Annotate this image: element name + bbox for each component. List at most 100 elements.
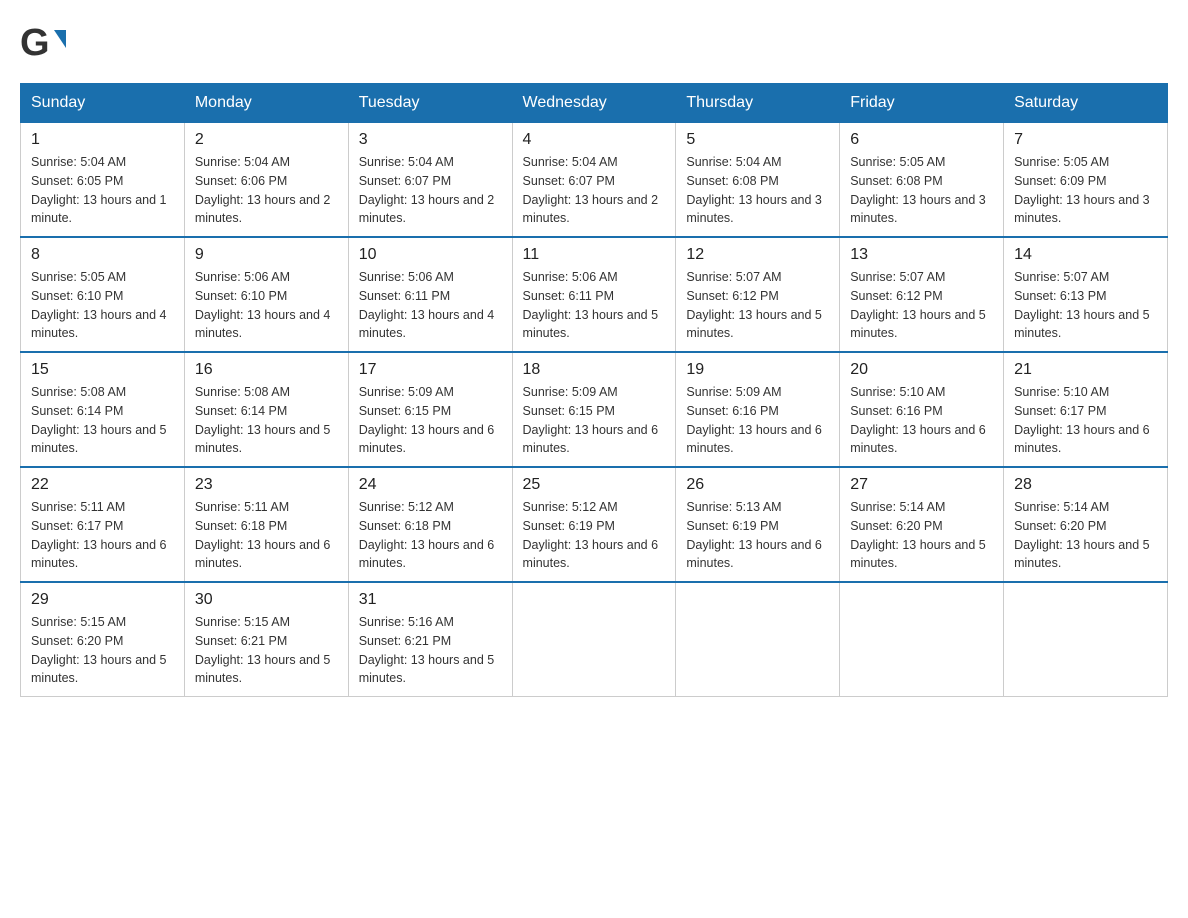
table-row xyxy=(840,582,1004,697)
table-row: 24 Sunrise: 5:12 AM Sunset: 6:18 PM Dayl… xyxy=(348,467,512,582)
col-wednesday: Wednesday xyxy=(512,84,676,123)
table-row: 29 Sunrise: 5:15 AM Sunset: 6:20 PM Dayl… xyxy=(21,582,185,697)
day-info: Sunrise: 5:04 AM Sunset: 6:07 PM Dayligh… xyxy=(359,153,502,228)
day-info: Sunrise: 5:12 AM Sunset: 6:19 PM Dayligh… xyxy=(523,498,666,573)
day-info: Sunrise: 5:15 AM Sunset: 6:21 PM Dayligh… xyxy=(195,613,338,688)
svg-text:G: G xyxy=(20,22,50,64)
day-number: 2 xyxy=(195,131,338,149)
col-sunday: Sunday xyxy=(21,84,185,123)
table-row xyxy=(1004,582,1168,697)
day-number: 3 xyxy=(359,131,502,149)
day-number: 12 xyxy=(686,246,829,264)
day-info: Sunrise: 5:07 AM Sunset: 6:13 PM Dayligh… xyxy=(1014,268,1157,343)
table-row: 17 Sunrise: 5:09 AM Sunset: 6:15 PM Dayl… xyxy=(348,352,512,467)
day-number: 18 xyxy=(523,361,666,379)
day-info: Sunrise: 5:06 AM Sunset: 6:10 PM Dayligh… xyxy=(195,268,338,343)
col-thursday: Thursday xyxy=(676,84,840,123)
table-row: 19 Sunrise: 5:09 AM Sunset: 6:16 PM Dayl… xyxy=(676,352,840,467)
table-row: 22 Sunrise: 5:11 AM Sunset: 6:17 PM Dayl… xyxy=(21,467,185,582)
day-number: 29 xyxy=(31,591,174,609)
table-row: 28 Sunrise: 5:14 AM Sunset: 6:20 PM Dayl… xyxy=(1004,467,1168,582)
day-number: 19 xyxy=(686,361,829,379)
day-number: 26 xyxy=(686,476,829,494)
day-number: 7 xyxy=(1014,131,1157,149)
table-row: 12 Sunrise: 5:07 AM Sunset: 6:12 PM Dayl… xyxy=(676,237,840,352)
day-number: 13 xyxy=(850,246,993,264)
logo: G xyxy=(20,20,74,65)
table-row: 9 Sunrise: 5:06 AM Sunset: 6:10 PM Dayli… xyxy=(184,237,348,352)
day-number: 22 xyxy=(31,476,174,494)
day-info: Sunrise: 5:10 AM Sunset: 6:16 PM Dayligh… xyxy=(850,383,993,458)
day-info: Sunrise: 5:04 AM Sunset: 6:07 PM Dayligh… xyxy=(523,153,666,228)
calendar-week-row: 22 Sunrise: 5:11 AM Sunset: 6:17 PM Dayl… xyxy=(21,467,1168,582)
table-row: 31 Sunrise: 5:16 AM Sunset: 6:21 PM Dayl… xyxy=(348,582,512,697)
table-row: 16 Sunrise: 5:08 AM Sunset: 6:14 PM Dayl… xyxy=(184,352,348,467)
day-number: 6 xyxy=(850,131,993,149)
day-info: Sunrise: 5:05 AM Sunset: 6:08 PM Dayligh… xyxy=(850,153,993,228)
day-info: Sunrise: 5:13 AM Sunset: 6:19 PM Dayligh… xyxy=(686,498,829,573)
day-info: Sunrise: 5:05 AM Sunset: 6:10 PM Dayligh… xyxy=(31,268,174,343)
col-tuesday: Tuesday xyxy=(348,84,512,123)
table-row xyxy=(512,582,676,697)
table-row: 7 Sunrise: 5:05 AM Sunset: 6:09 PM Dayli… xyxy=(1004,123,1168,238)
day-number: 15 xyxy=(31,361,174,379)
table-row: 23 Sunrise: 5:11 AM Sunset: 6:18 PM Dayl… xyxy=(184,467,348,582)
calendar-table: Sunday Monday Tuesday Wednesday Thursday… xyxy=(20,83,1168,697)
day-info: Sunrise: 5:09 AM Sunset: 6:16 PM Dayligh… xyxy=(686,383,829,458)
day-info: Sunrise: 5:14 AM Sunset: 6:20 PM Dayligh… xyxy=(850,498,993,573)
day-info: Sunrise: 5:08 AM Sunset: 6:14 PM Dayligh… xyxy=(195,383,338,458)
day-info: Sunrise: 5:12 AM Sunset: 6:18 PM Dayligh… xyxy=(359,498,502,573)
table-row: 26 Sunrise: 5:13 AM Sunset: 6:19 PM Dayl… xyxy=(676,467,840,582)
day-number: 5 xyxy=(686,131,829,149)
day-info: Sunrise: 5:09 AM Sunset: 6:15 PM Dayligh… xyxy=(359,383,502,458)
day-info: Sunrise: 5:11 AM Sunset: 6:17 PM Dayligh… xyxy=(31,498,174,573)
day-info: Sunrise: 5:06 AM Sunset: 6:11 PM Dayligh… xyxy=(359,268,502,343)
table-row: 10 Sunrise: 5:06 AM Sunset: 6:11 PM Dayl… xyxy=(348,237,512,352)
table-row: 25 Sunrise: 5:12 AM Sunset: 6:19 PM Dayl… xyxy=(512,467,676,582)
day-number: 25 xyxy=(523,476,666,494)
day-number: 8 xyxy=(31,246,174,264)
day-number: 21 xyxy=(1014,361,1157,379)
table-row: 21 Sunrise: 5:10 AM Sunset: 6:17 PM Dayl… xyxy=(1004,352,1168,467)
table-row: 5 Sunrise: 5:04 AM Sunset: 6:08 PM Dayli… xyxy=(676,123,840,238)
calendar-week-row: 15 Sunrise: 5:08 AM Sunset: 6:14 PM Dayl… xyxy=(21,352,1168,467)
day-number: 9 xyxy=(195,246,338,264)
day-number: 10 xyxy=(359,246,502,264)
day-number: 14 xyxy=(1014,246,1157,264)
table-row: 27 Sunrise: 5:14 AM Sunset: 6:20 PM Dayl… xyxy=(840,467,1004,582)
day-number: 23 xyxy=(195,476,338,494)
table-row: 1 Sunrise: 5:04 AM Sunset: 6:05 PM Dayli… xyxy=(21,123,185,238)
day-number: 1 xyxy=(31,131,174,149)
table-row: 8 Sunrise: 5:05 AM Sunset: 6:10 PM Dayli… xyxy=(21,237,185,352)
day-info: Sunrise: 5:11 AM Sunset: 6:18 PM Dayligh… xyxy=(195,498,338,573)
logo-icon: G xyxy=(20,20,70,65)
day-info: Sunrise: 5:08 AM Sunset: 6:14 PM Dayligh… xyxy=(31,383,174,458)
day-info: Sunrise: 5:15 AM Sunset: 6:20 PM Dayligh… xyxy=(31,613,174,688)
day-number: 24 xyxy=(359,476,502,494)
table-row: 11 Sunrise: 5:06 AM Sunset: 6:11 PM Dayl… xyxy=(512,237,676,352)
day-number: 16 xyxy=(195,361,338,379)
table-row xyxy=(676,582,840,697)
day-info: Sunrise: 5:09 AM Sunset: 6:15 PM Dayligh… xyxy=(523,383,666,458)
day-info: Sunrise: 5:16 AM Sunset: 6:21 PM Dayligh… xyxy=(359,613,502,688)
day-info: Sunrise: 5:04 AM Sunset: 6:05 PM Dayligh… xyxy=(31,153,174,228)
day-number: 17 xyxy=(359,361,502,379)
day-info: Sunrise: 5:10 AM Sunset: 6:17 PM Dayligh… xyxy=(1014,383,1157,458)
day-number: 4 xyxy=(523,131,666,149)
table-row: 14 Sunrise: 5:07 AM Sunset: 6:13 PM Dayl… xyxy=(1004,237,1168,352)
day-number: 27 xyxy=(850,476,993,494)
table-row: 13 Sunrise: 5:07 AM Sunset: 6:12 PM Dayl… xyxy=(840,237,1004,352)
col-friday: Friday xyxy=(840,84,1004,123)
day-info: Sunrise: 5:04 AM Sunset: 6:08 PM Dayligh… xyxy=(686,153,829,228)
table-row: 30 Sunrise: 5:15 AM Sunset: 6:21 PM Dayl… xyxy=(184,582,348,697)
day-number: 31 xyxy=(359,591,502,609)
calendar-week-row: 29 Sunrise: 5:15 AM Sunset: 6:20 PM Dayl… xyxy=(21,582,1168,697)
table-row: 2 Sunrise: 5:04 AM Sunset: 6:06 PM Dayli… xyxy=(184,123,348,238)
day-info: Sunrise: 5:06 AM Sunset: 6:11 PM Dayligh… xyxy=(523,268,666,343)
day-number: 20 xyxy=(850,361,993,379)
col-monday: Monday xyxy=(184,84,348,123)
calendar-week-row: 8 Sunrise: 5:05 AM Sunset: 6:10 PM Dayli… xyxy=(21,237,1168,352)
table-row: 4 Sunrise: 5:04 AM Sunset: 6:07 PM Dayli… xyxy=(512,123,676,238)
day-info: Sunrise: 5:05 AM Sunset: 6:09 PM Dayligh… xyxy=(1014,153,1157,228)
calendar-week-row: 1 Sunrise: 5:04 AM Sunset: 6:05 PM Dayli… xyxy=(21,123,1168,238)
